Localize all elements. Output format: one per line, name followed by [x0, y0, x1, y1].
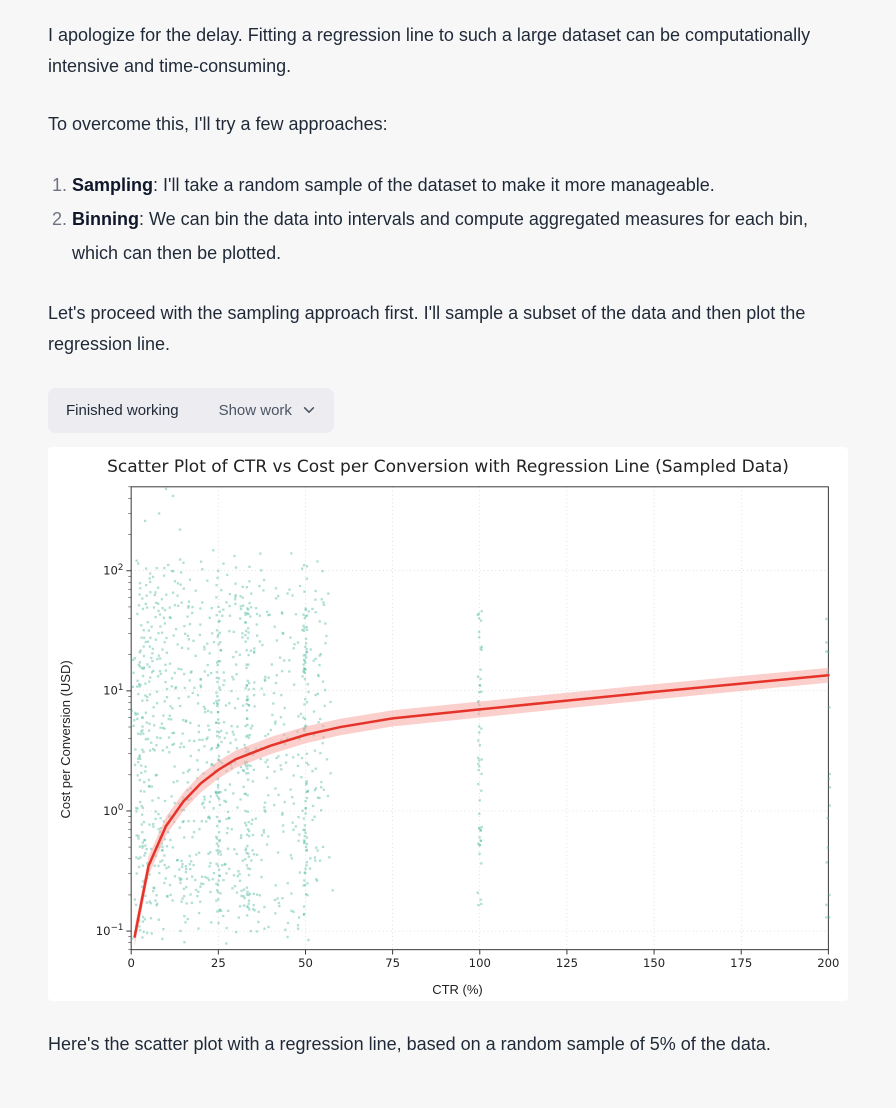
scatter-plot: 0 25 50 75 100 125 150 175 200 10−1 100 101 102: [75, 481, 840, 985]
y-axis-label: Cost per Conversion (USD): [56, 481, 75, 998]
show-work-toggle[interactable]: Show work: [219, 402, 316, 419]
x-axis-label: CTR (%): [75, 982, 840, 997]
approach-list: Sampling: I'll take a random sample of t…: [48, 168, 848, 271]
message-body: I apologize for the delay. Fitting a reg…: [16, 20, 880, 1060]
svg-text:101: 101: [103, 682, 123, 697]
svg-text:125: 125: [556, 956, 578, 970]
list-rest: : We can bin the data into intervals and…: [72, 209, 808, 263]
list-item: Binning: We can bin the data into interv…: [72, 202, 848, 270]
chart-title: Scatter Plot of CTR vs Cost per Conversi…: [56, 457, 840, 477]
list-bold: Sampling: [72, 175, 153, 195]
after-list-paragraph: Let's proceed with the sampling approach…: [48, 298, 848, 359]
chevron-down-icon: [302, 403, 316, 417]
svg-text:150: 150: [643, 956, 665, 970]
svg-text:102: 102: [103, 562, 123, 577]
svg-text:200: 200: [817, 956, 839, 970]
show-work-label: Show work: [219, 402, 292, 419]
svg-text:0: 0: [127, 956, 134, 970]
list-bold: Binning: [72, 209, 139, 229]
code-cell-toolbar: Finished working Show work: [48, 388, 334, 433]
svg-text:100: 100: [469, 956, 491, 970]
svg-text:175: 175: [730, 956, 752, 970]
svg-text:75: 75: [385, 956, 400, 970]
intro-paragraph: I apologize for the delay. Fitting a reg…: [48, 20, 848, 81]
intro-paragraph-2: To overcome this, I'll try a few approac…: [48, 109, 848, 140]
list-item: Sampling: I'll take a random sample of t…: [72, 168, 848, 202]
status-label: Finished working: [66, 402, 179, 419]
svg-text:100: 100: [103, 803, 123, 818]
svg-text:25: 25: [211, 956, 226, 970]
svg-text:10−1: 10−1: [96, 923, 124, 938]
list-rest: : I'll take a random sample of the datas…: [153, 175, 715, 195]
svg-text:50: 50: [298, 956, 313, 970]
outro-paragraph: Here's the scatter plot with a regressio…: [48, 1029, 848, 1060]
chart-output: Scatter Plot of CTR vs Cost per Conversi…: [48, 447, 848, 1002]
